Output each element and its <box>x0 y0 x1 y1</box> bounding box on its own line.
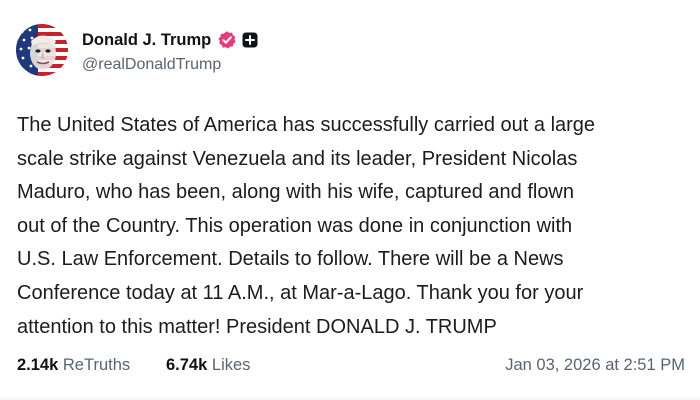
verified-check-icon <box>217 30 237 50</box>
avatar[interactable] <box>16 24 68 76</box>
post-footer: 2.14k ReTruths 6.74k Likes Jan 03, 2026 … <box>17 356 685 380</box>
post-body-line: U.S. Law Enforcement. Details to follow.… <box>17 248 564 271</box>
likes-stat[interactable]: 6.74k Likes <box>166 356 250 375</box>
retruths-stat[interactable]: 2.14k ReTruths <box>17 356 130 375</box>
post-body: The United States of America has success… <box>17 109 693 344</box>
author-name-row: Donald J. Trump <box>82 29 258 51</box>
retruths-count: 2.14k <box>17 356 59 374</box>
likes-label: Likes <box>211 356 251 374</box>
likes-count: 6.74k <box>166 356 208 374</box>
bottom-divider <box>0 396 700 400</box>
post-body-line: out of the Country. This operation was d… <box>17 214 573 237</box>
post-body-line: Conference today at 11 A.M., at Mar-a-La… <box>17 281 584 304</box>
plus-square-icon[interactable] <box>242 32 258 48</box>
author-handle[interactable]: @realDonaldTrump <box>82 56 221 74</box>
flag-face-avatar-icon <box>16 24 68 76</box>
post-body-line: Maduro, who has been, along with his wif… <box>17 181 575 204</box>
post-timestamp[interactable]: Jan 03, 2026 at 2:51 PM <box>505 356 685 375</box>
retruths-label: ReTruths <box>62 356 131 374</box>
post-body-line: scale strike against Venezuela and its l… <box>17 147 578 170</box>
post-body-line: attention to this matter! President DONA… <box>17 315 497 338</box>
truth-post: Donald J. Trump @realDonaldTrump The Uni… <box>0 0 700 400</box>
post-body-line: The United States of America has success… <box>17 114 596 136</box>
display-name[interactable]: Donald J. Trump <box>82 31 211 50</box>
